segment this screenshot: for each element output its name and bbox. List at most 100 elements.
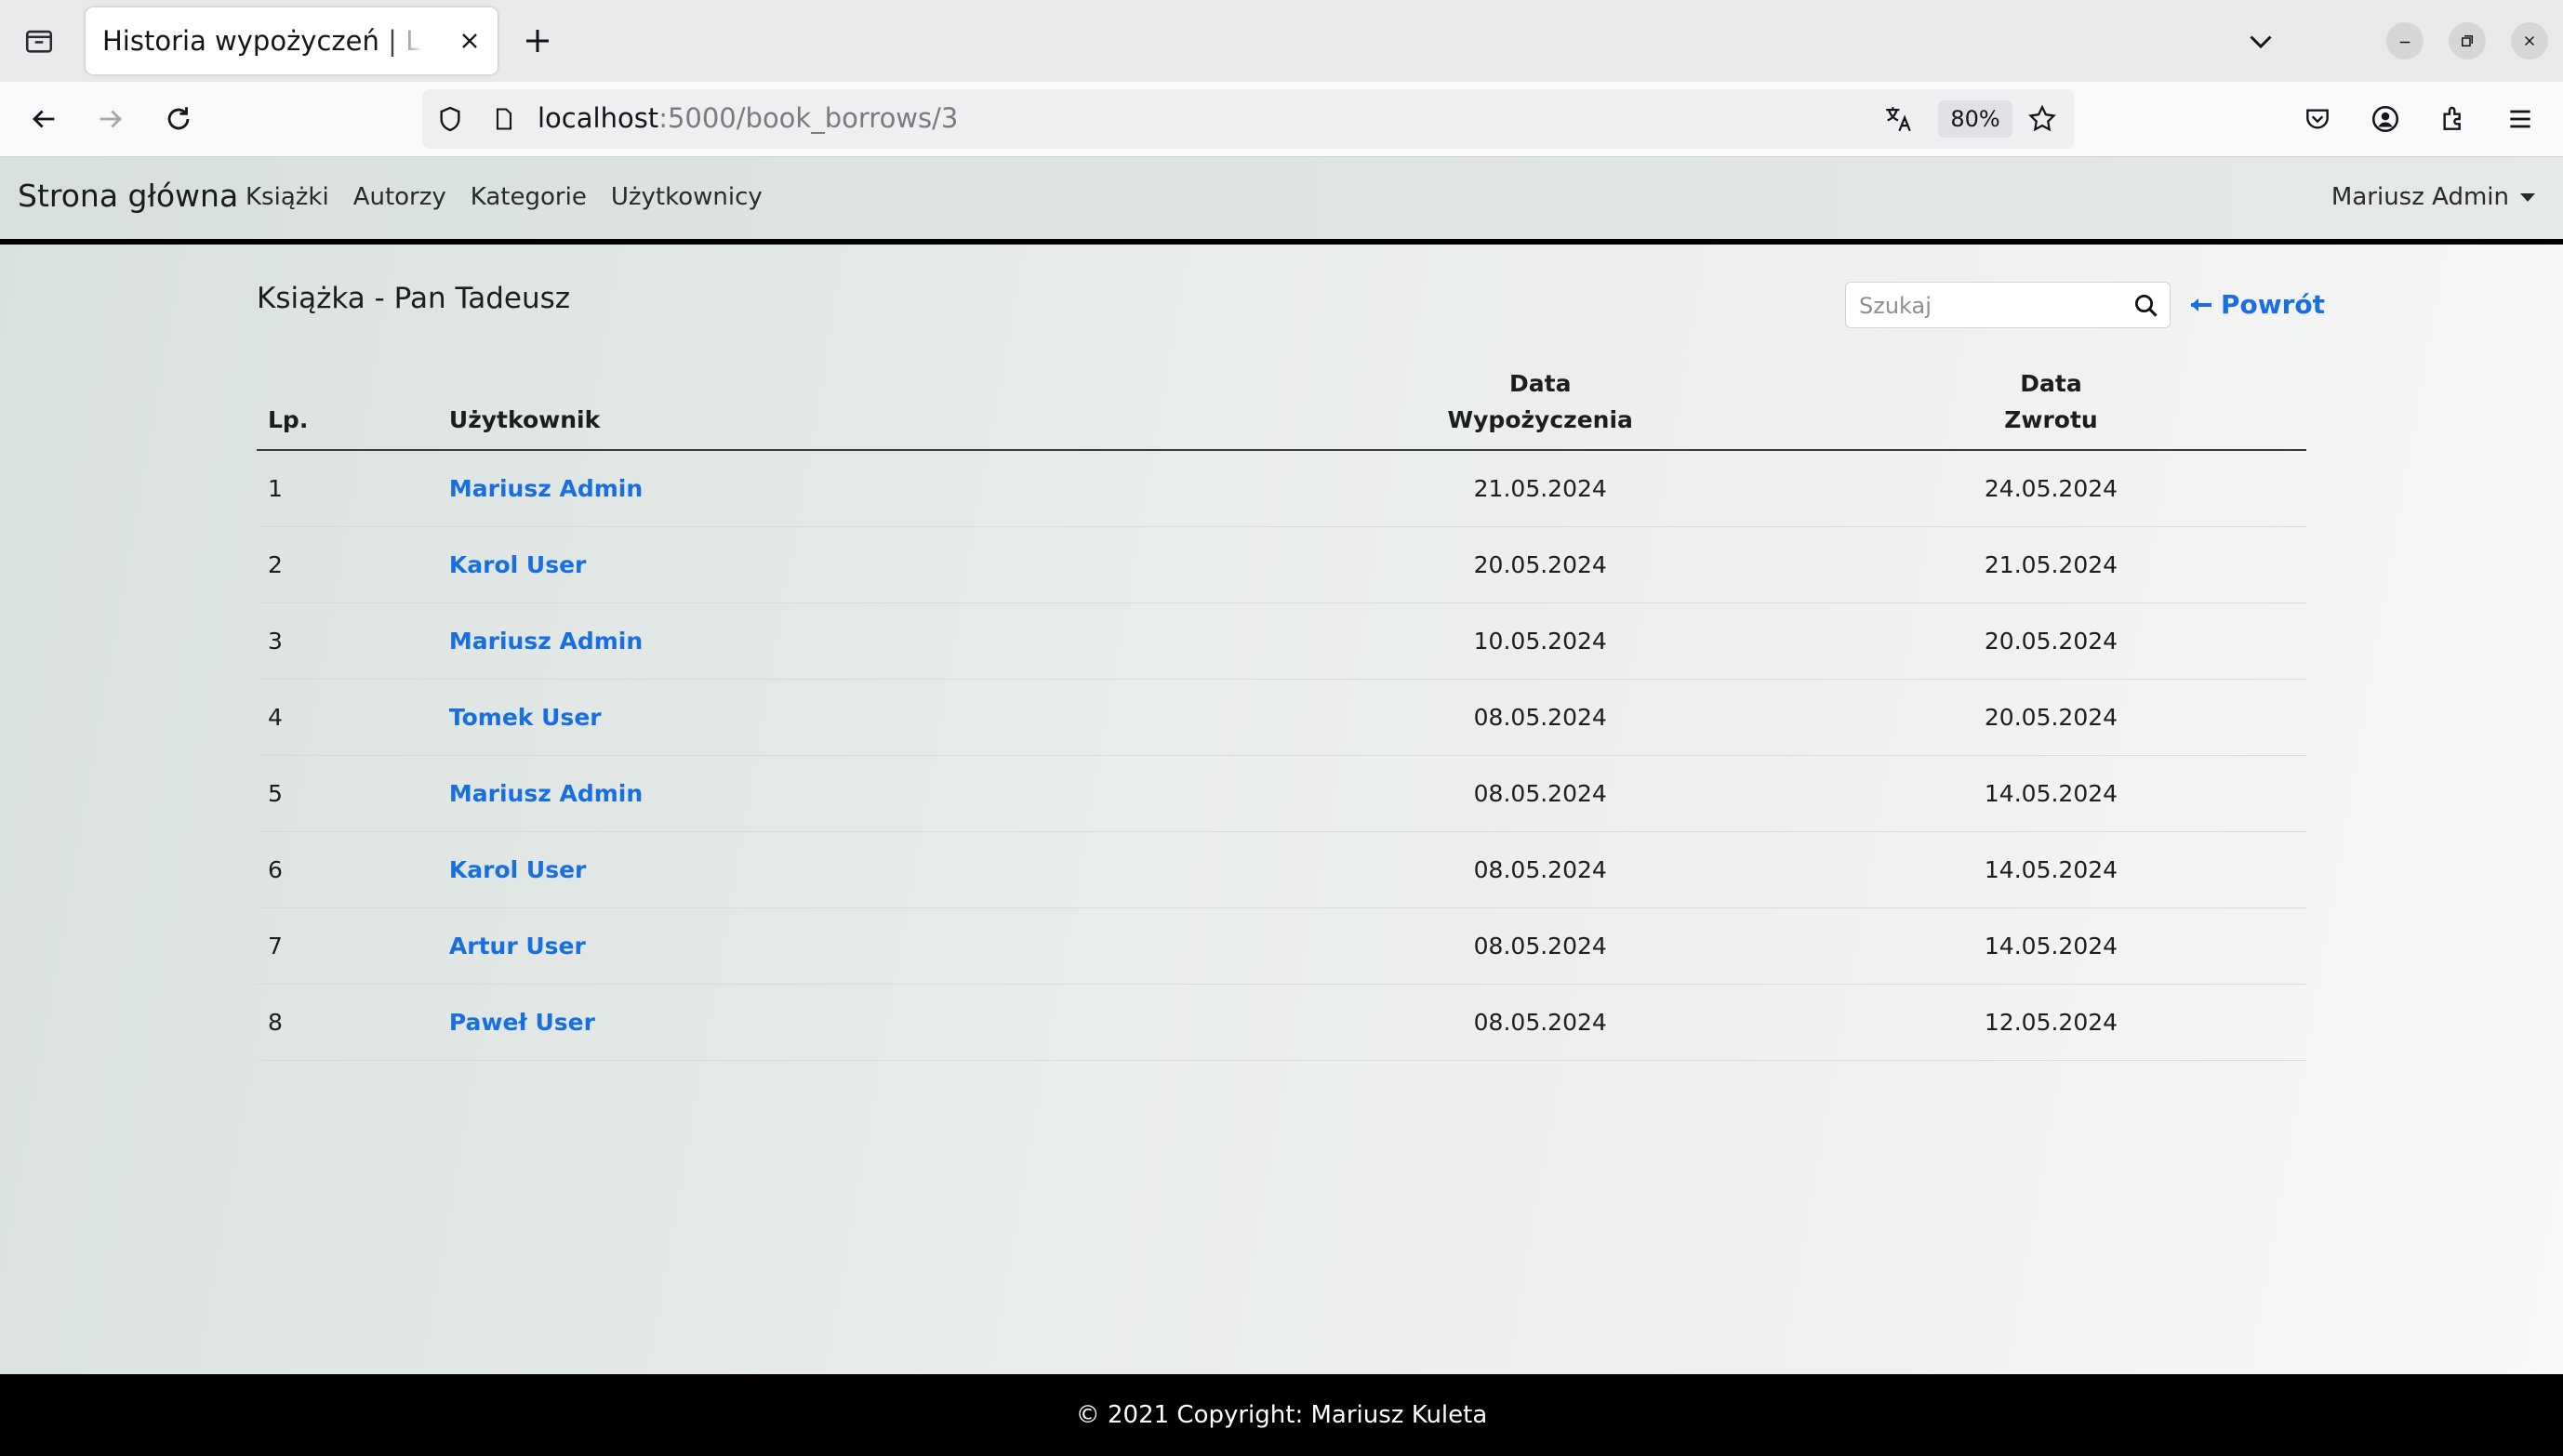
back-arrow-icon[interactable] — [25, 100, 62, 138]
restore-icon[interactable] — [2449, 22, 2486, 60]
cell-lp: 1 — [257, 450, 449, 527]
cell-return-date: 12.05.2024 — [1795, 984, 2306, 1061]
header-return-date: Data Zwrotu — [1795, 365, 2306, 451]
tab-title: Historia wypożyczeń | Library — [102, 25, 423, 57]
arrow-left-icon — [2191, 298, 2211, 311]
app-navbar: Strona główna Książki Autorzy Kategorie … — [0, 157, 2563, 245]
cell-borrow-date: 08.05.2024 — [1284, 984, 1796, 1061]
header-return-date-line2: Zwrotu — [2004, 406, 2098, 433]
cell-lp: 8 — [257, 984, 449, 1061]
user-link[interactable]: Mariusz Admin — [449, 475, 643, 502]
cell-user: Mariusz Admin — [448, 755, 1285, 832]
cell-return-date: 21.05.2024 — [1795, 526, 2306, 603]
header-return-date-line1: Data — [2020, 370, 2082, 397]
cell-borrow-date: 21.05.2024 — [1284, 450, 1796, 527]
minimize-icon[interactable] — [2386, 22, 2424, 60]
page-viewport: Strona główna Książki Autorzy Kategorie … — [0, 157, 2563, 1456]
back-link[interactable]: Powrót — [2189, 289, 2325, 320]
header-user: Użytkownik — [448, 365, 1285, 451]
user-link[interactable]: Mariusz Admin — [449, 628, 643, 655]
user-link[interactable]: Paweł User — [449, 1009, 595, 1036]
browser-tab-active[interactable]: Historia wypożyczeń | Library — [86, 7, 498, 74]
cell-user: Mariusz Admin — [448, 450, 1285, 527]
cell-return-date: 14.05.2024 — [1795, 831, 2306, 908]
nav-link-categories[interactable]: Kategorie — [471, 183, 587, 211]
cell-user: Mariusz Admin — [448, 602, 1285, 680]
header-borrow-date: Data Wypożyczenia — [1284, 365, 1796, 451]
cell-borrow-date: 08.05.2024 — [1284, 907, 1796, 985]
table-row: 3 Mariusz Admin 10.05.2024 20.05.2024 — [257, 602, 2306, 680]
search-icon[interactable] — [2132, 292, 2160, 320]
browser-toolbar: localhost:5000/book_borrows/3 80% — [0, 82, 2563, 157]
firefox-view-icon[interactable] — [0, 0, 78, 82]
cell-borrow-date: 20.05.2024 — [1284, 526, 1796, 603]
search-input[interactable] — [1857, 283, 2131, 329]
cell-lp: 4 — [257, 679, 449, 756]
forward-arrow-icon[interactable] — [92, 100, 129, 138]
account-icon[interactable] — [2367, 100, 2404, 138]
nav-link-users[interactable]: Użytkownicy — [611, 183, 763, 211]
page-footer: © 2021 Copyright: Mariusz Kuleta — [0, 1374, 2563, 1456]
close-window-icon[interactable] — [2511, 22, 2548, 60]
user-link[interactable]: Karol User — [449, 551, 587, 578]
table-row: 7 Artur User 08.05.2024 14.05.2024 — [257, 907, 2306, 985]
user-link[interactable]: Tomek User — [449, 704, 602, 731]
translate-icon[interactable] — [1879, 100, 1917, 138]
cell-lp: 7 — [257, 907, 449, 985]
tab-close-icon[interactable] — [457, 28, 483, 54]
reload-icon[interactable] — [160, 100, 197, 138]
cell-return-date: 14.05.2024 — [1795, 907, 2306, 985]
table-row: 6 Karol User 08.05.2024 14.05.2024 — [257, 831, 2306, 908]
cell-lp: 5 — [257, 755, 449, 832]
table-row: 8 Paweł User 08.05.2024 12.05.2024 — [257, 984, 2306, 1061]
extensions-icon[interactable] — [2435, 100, 2472, 138]
cell-borrow-date: 08.05.2024 — [1284, 831, 1796, 908]
url-text: localhost:5000/book_borrows/3 — [538, 102, 958, 134]
header-borrow-date-line2: Wypożyczenia — [1447, 406, 1633, 433]
table-row: 2 Karol User 20.05.2024 21.05.2024 — [257, 526, 2306, 603]
back-link-label: Powrót — [2221, 289, 2326, 320]
cell-return-date: 24.05.2024 — [1795, 450, 2306, 527]
new-tab-icon[interactable] — [521, 24, 554, 58]
address-bar[interactable]: localhost:5000/book_borrows/3 80% — [422, 89, 2074, 149]
nav-link-authors[interactable]: Autorzy — [353, 183, 446, 211]
cell-return-date: 20.05.2024 — [1795, 679, 2306, 756]
cell-lp: 3 — [257, 602, 449, 680]
table-header-row: Lp. Użytkownik Data Wypożyczenia Data Zwro… — [257, 365, 2306, 451]
cell-user: Karol User — [448, 831, 1285, 908]
cell-borrow-date: 08.05.2024 — [1284, 679, 1796, 756]
caret-down-icon — [2520, 192, 2535, 202]
cell-user: Artur User — [448, 907, 1285, 985]
header-lp: Lp. — [257, 365, 449, 451]
user-link[interactable]: Karol User — [449, 856, 587, 883]
zoom-level-badge[interactable]: 80% — [1938, 100, 2012, 138]
header-borrow-date-line1: Data — [1509, 370, 1572, 397]
borrow-history-table: Lp. Użytkownik Data Wypożyczenia Data Zwro… — [257, 365, 2306, 1061]
pocket-icon[interactable] — [2299, 100, 2336, 138]
menu-icon[interactable] — [2502, 100, 2539, 138]
cell-return-date: 14.05.2024 — [1795, 755, 2306, 832]
bookmark-star-icon[interactable] — [2024, 100, 2061, 138]
table-row: 4 Tomek User 08.05.2024 20.05.2024 — [257, 679, 2306, 756]
user-link[interactable]: Artur User — [449, 933, 586, 960]
user-dropdown[interactable]: Mariusz Admin — [2331, 183, 2535, 211]
table-row: 1 Mariusz Admin 21.05.2024 24.05.2024 — [257, 450, 2306, 527]
table-row: 5 Mariusz Admin 08.05.2024 14.05.2024 — [257, 755, 2306, 832]
nav-link-books[interactable]: Książki — [246, 183, 329, 211]
list-all-tabs-icon[interactable] — [2244, 24, 2277, 58]
url-host: localhost — [538, 102, 659, 134]
brand-link[interactable]: Strona główna — [18, 178, 238, 214]
cell-borrow-date: 08.05.2024 — [1284, 755, 1796, 832]
url-path: :5000/book_borrows/3 — [658, 102, 959, 134]
page-title: Książka - Pan Tadeusz — [257, 282, 571, 315]
page-info-icon[interactable] — [485, 100, 523, 138]
user-name: Mariusz Admin — [2331, 183, 2509, 211]
cell-lp: 2 — [257, 526, 449, 603]
tab-strip: Historia wypożyczeń | Library — [0, 0, 2563, 82]
cell-user: Karol User — [448, 526, 1285, 603]
search-form — [1845, 282, 2171, 329]
cell-lp: 6 — [257, 831, 449, 908]
cell-borrow-date: 10.05.2024 — [1284, 602, 1796, 680]
shield-icon[interactable] — [432, 100, 469, 138]
user-link[interactable]: Mariusz Admin — [449, 780, 643, 807]
